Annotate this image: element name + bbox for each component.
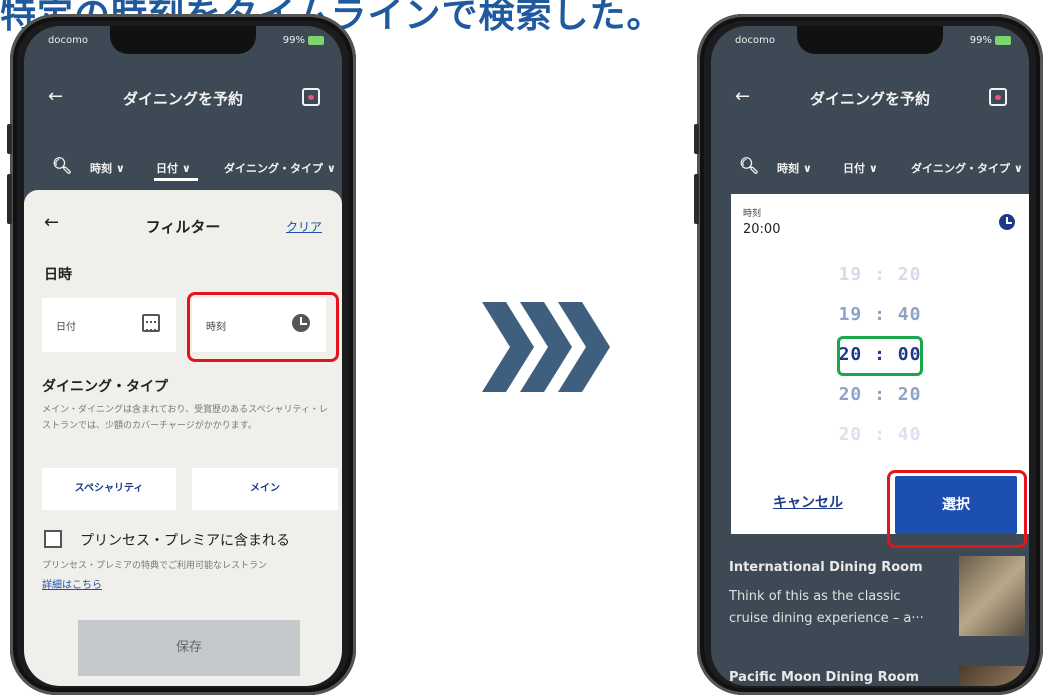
phone-side-button — [694, 124, 699, 154]
filter-date[interactable]: 日付 ∨ — [843, 160, 878, 176]
phone-side-button — [694, 174, 699, 224]
clock-icon — [999, 214, 1015, 230]
cancel-button[interactable]: キャンセル — [773, 492, 843, 512]
carrier-label: docomo — [735, 35, 775, 46]
page-title: ダイニングを予約 — [809, 90, 930, 108]
dining-type-description: メイン・ダイニングは含まれており、受賞歴のあるスペシャリティ・レストランでは、少… — [42, 405, 328, 431]
filter-dining-type[interactable]: ダイニング・タイプ ∨ — [911, 160, 1023, 176]
time-option[interactable]: 19 : 20 — [731, 264, 1029, 285]
battery-percent: 99% — [282, 35, 305, 46]
highlight-box-time-field — [187, 292, 339, 362]
option-main-button[interactable]: メイン — [192, 468, 338, 510]
time-option[interactable]: 19 : 40 — [731, 304, 1029, 325]
date-field[interactable]: 日付 — [42, 298, 176, 352]
phone-side-button — [7, 174, 12, 224]
time-picker-label: 時刻 — [743, 209, 762, 219]
highlight-box-selected-time — [837, 336, 923, 376]
date-field-label: 日付 — [56, 322, 76, 333]
battery-percent: 99% — [969, 35, 992, 46]
calendar-icon[interactable] — [302, 88, 320, 106]
active-filter-underline — [154, 178, 198, 181]
search-icon[interactable]: 🔍︎ — [52, 156, 72, 175]
time-picker-dialog: 時刻 20:00 19 : 20 19 : 40 20 : 00 20 : 20… — [731, 194, 1029, 548]
battery-icon — [308, 35, 324, 45]
restaurant-title: International Dining Room — [729, 560, 923, 575]
premier-note: プリンセス・プレミアの特典でご利用可能なレストラン — [42, 561, 268, 571]
filter-dining-type[interactable]: ダイニング・タイプ ∨ — [224, 160, 336, 176]
phone-notch — [797, 26, 943, 54]
section-datetime: 日時 — [44, 267, 72, 283]
app-bar: ← ダイニングを予約 — [711, 78, 1029, 118]
more-details-link[interactable]: 詳細はこちら — [42, 576, 102, 591]
right-phone: docomo 99% ← ダイニングを予約 🔍︎ 時刻 ∨ 日付 ∨ ダイニング… — [694, 14, 1043, 695]
save-button[interactable]: 保存 — [78, 620, 300, 676]
carrier-label: docomo — [48, 35, 88, 46]
princess-premier-checkbox[interactable] — [44, 530, 62, 548]
battery-indicator: 99% — [970, 35, 1011, 46]
left-phone: docomo 99% ← ダイニングを予約 🔍︎ 時刻 ∨ 日付 ∨ ダイニング… — [7, 14, 356, 695]
restaurant-photo — [959, 556, 1025, 636]
calendar-icon[interactable] — [989, 88, 1007, 106]
page-title: ダイニングを予約 — [122, 90, 243, 108]
filter-time[interactable]: 時刻 ∨ — [777, 160, 812, 176]
search-icon[interactable]: 🔍︎ — [739, 156, 759, 175]
checkbox-label: プリンセス・プレミアに含まれる — [80, 533, 290, 549]
time-option[interactable]: 20 : 20 — [731, 384, 1029, 405]
section-dining-type: ダイニング・タイプ — [42, 379, 168, 395]
filter-bar: 🔍︎ 時刻 ∨ 日付 ∨ ダイニング・タイプ ∨ — [711, 148, 1029, 188]
battery-indicator: 99% — [283, 35, 324, 46]
left-screen: docomo 99% ← ダイニングを予約 🔍︎ 時刻 ∨ 日付 ∨ ダイニング… — [24, 26, 342, 686]
filter-date[interactable]: 日付 ∨ — [156, 160, 191, 176]
time-picker-value: 20:00 — [743, 222, 781, 237]
battery-icon — [995, 35, 1011, 45]
triple-chevron-right-icon — [482, 302, 610, 392]
filter-bar: 🔍︎ 時刻 ∨ 日付 ∨ ダイニング・タイプ ∨ — [24, 148, 342, 188]
option-specialty-button[interactable]: スペシャリティ — [42, 468, 176, 510]
highlight-box-select-button — [887, 470, 1027, 548]
app-bar: ← ダイニングを予約 — [24, 78, 342, 118]
calendar-icon — [142, 314, 160, 332]
restaurant-photo — [959, 666, 1025, 686]
filter-time[interactable]: 時刻 ∨ — [90, 160, 125, 176]
clear-link[interactable]: クリア — [286, 218, 322, 235]
filter-panel: ← フィルター クリア 日時 日付 時刻 ダイニング・タイプ メイン・ダイニング… — [24, 190, 342, 686]
right-screen: docomo 99% ← ダイニングを予約 🔍︎ 時刻 ∨ 日付 ∨ ダイニング… — [711, 26, 1029, 686]
time-option[interactable]: 20 : 40 — [731, 424, 1029, 445]
phone-notch — [110, 26, 256, 54]
restaurant-title: Pacific Moon Dining Room — [729, 670, 920, 685]
phone-side-button — [7, 124, 12, 154]
restaurant-description: Think of this as the classic cruise dini… — [729, 589, 924, 626]
